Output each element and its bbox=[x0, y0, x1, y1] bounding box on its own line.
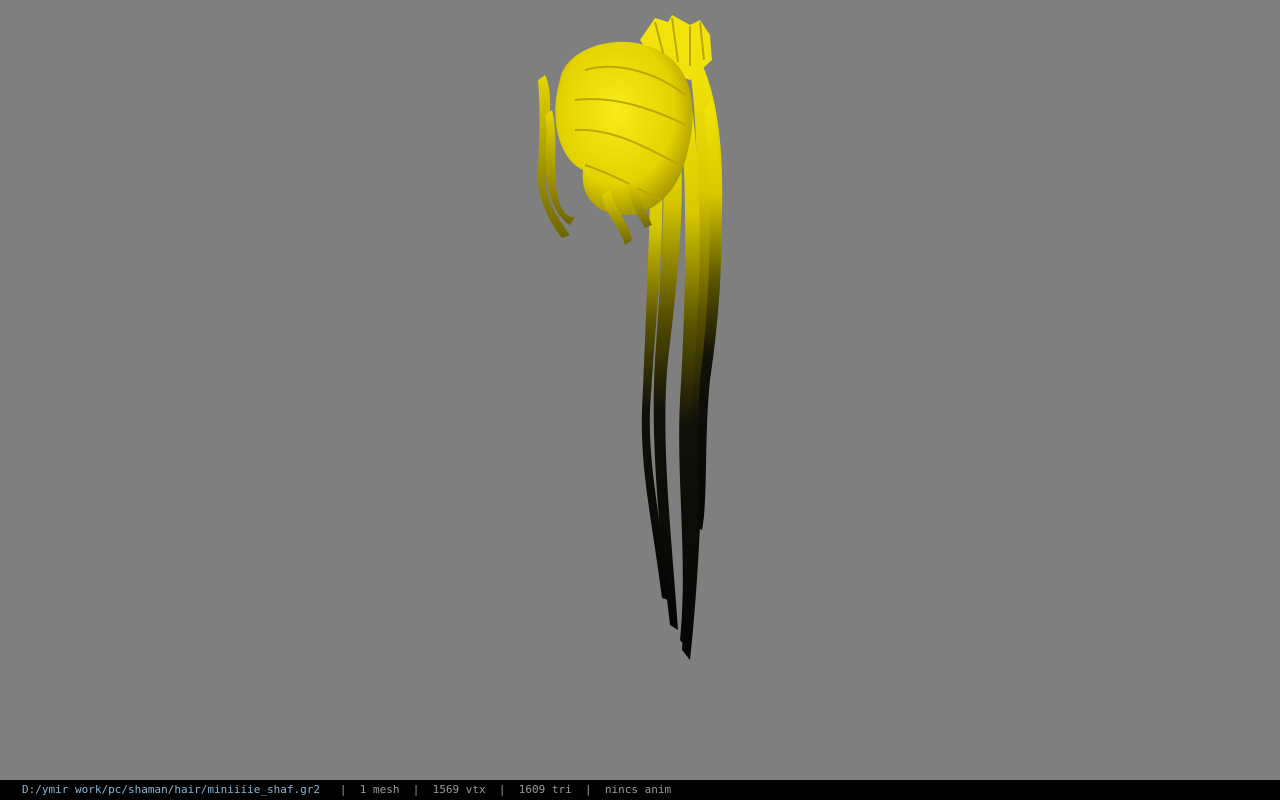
status-separator: | bbox=[584, 783, 592, 796]
hair-model-render bbox=[537, 15, 723, 660]
vertex-count: 1569 vtx bbox=[432, 783, 486, 796]
status-bar: D:/ymir work/pc/shaman/hair/miniiiie_sha… bbox=[0, 780, 1280, 800]
status-separator: | bbox=[412, 783, 420, 796]
status-separator: | bbox=[339, 783, 347, 796]
file-path: D:/ymir work/pc/shaman/hair/miniiiie_sha… bbox=[22, 783, 321, 796]
3d-viewport[interactable] bbox=[0, 0, 1280, 780]
animation-status: nincs anim bbox=[604, 783, 672, 796]
status-separator: | bbox=[498, 783, 506, 796]
mesh-count: 1 mesh bbox=[359, 783, 400, 796]
triangle-count: 1609 tri bbox=[518, 783, 572, 796]
